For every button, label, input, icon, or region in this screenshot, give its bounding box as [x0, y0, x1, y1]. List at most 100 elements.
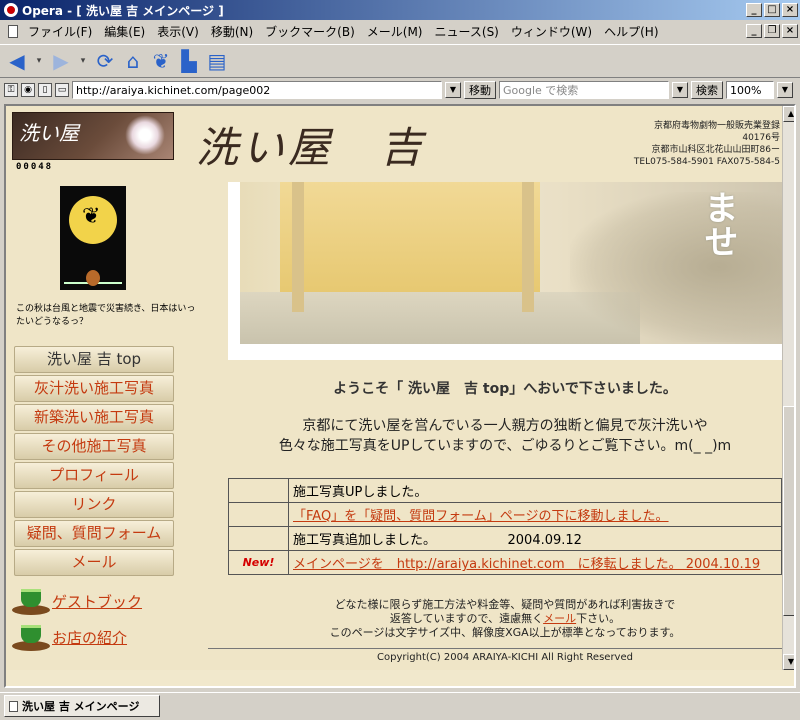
forward-icon[interactable]: ▶ — [50, 49, 72, 73]
news-text: 施工写真追加しました。 2004.09.12 — [288, 526, 782, 551]
intro-text: 京都にて洗い屋を営んでいる一人親方の独断と偏見で灰汁洗いや 色々な施工写真をUP… — [228, 416, 782, 456]
guestbook-link[interactable]: ゲストブック — [52, 591, 142, 612]
camera-icon[interactable]: ◉ — [21, 83, 35, 97]
news-text: 施工写真UPしました。 — [288, 478, 782, 503]
table-row: New! メインページを http://araiya.kichinet.com … — [228, 550, 782, 575]
menu-help[interactable]: ヘルプ(H) — [598, 23, 664, 40]
print-icon[interactable]: ▙ — [178, 49, 200, 73]
tab-main-page[interactable]: 洗い屋 吉 メインページ — [4, 695, 160, 717]
image-caption: この秋は台風と地震で災害続き、日本はいったいどうなるっ？ — [16, 304, 196, 327]
footer-text: 返答していますので、遠慮無く — [389, 612, 544, 625]
footer-line: 返答していますので、遠慮無くメール下さい。 — [228, 612, 782, 626]
go-button[interactable]: 移動 — [464, 81, 496, 99]
shop-intro-link[interactable]: お店の紹介 — [52, 627, 127, 648]
menu-mail[interactable]: メール(M) — [361, 23, 429, 40]
zoom-dropdown-icon[interactable]: ▼ — [777, 82, 793, 98]
url-dropdown-icon[interactable]: ▼ — [445, 82, 461, 98]
menu-edit[interactable]: 編集(E) — [98, 23, 151, 40]
menu-news[interactable]: ニュース(S) — [428, 23, 504, 40]
nav-mail[interactable]: メール — [14, 549, 174, 576]
home-icon[interactable]: ⌂ — [122, 49, 144, 73]
search-button[interactable]: 検索 — [691, 81, 723, 99]
faq-moved-link[interactable]: 「FAQ」を「疑問、質問フォーム」ページの下に移動しました。 — [293, 509, 669, 524]
navigation-toolbar: ◀ ▾ ▶ ▾ ⟳ ⌂ ❦ ▙ ▤ — [0, 44, 800, 78]
nav-profile[interactable]: プロフィール — [14, 462, 174, 489]
doc-minimize-icon[interactable]: _ — [746, 24, 762, 38]
welcome-message: ようこそ「 洗い屋 吉 top」へおいで下さいました。 — [333, 381, 677, 397]
news-table: 施工写真UPしました。 「FAQ」を「疑問、質問フォーム」ページの下に移動しまし… — [228, 478, 782, 575]
page-info-icon[interactable]: ▯ — [38, 83, 52, 97]
menu-file[interactable]: ファイル(F) — [22, 23, 98, 40]
doc-close-icon[interactable]: × — [782, 24, 798, 38]
house-interior-image: ませ — [240, 182, 782, 344]
close-icon[interactable]: × — [782, 3, 798, 17]
news-badge — [228, 526, 289, 551]
menu-window[interactable]: ウィンドウ(W) — [505, 23, 598, 40]
menu-bookmarks[interactable]: ブックマーク(B) — [259, 23, 361, 40]
vertical-scroll-thumb[interactable] — [783, 406, 794, 616]
footer-mail-link[interactable]: メール — [543, 612, 576, 625]
nav-other-photos[interactable]: その他施工写真 — [14, 433, 174, 460]
address-line: TEL075-584-5901 FAX075-584-5 — [633, 157, 780, 167]
nav-lye-wash-photos[interactable]: 灰汁洗い施工写真 — [14, 375, 174, 402]
page-icon[interactable]: ▤ — [206, 49, 228, 73]
page-viewport: 洗い屋 00048 洗い屋 吉 京都府毒物劇物一般販売業登録 40176号 京都… — [4, 104, 796, 688]
menu-bar: ファイル(F) 編集(E) 表示(V) 移動(N) ブックマーク(B) メール(… — [0, 20, 800, 42]
address-line: 京都府毒物劇物一般販売業登録 — [653, 121, 780, 131]
window-controls: _ □ × — [746, 3, 798, 17]
nav-top[interactable]: 洗い屋 吉 top — [14, 346, 174, 373]
menu-view[interactable]: 表示(V) — [151, 23, 205, 40]
search-input[interactable]: Google で検索 — [499, 81, 669, 99]
minimize-icon[interactable]: _ — [746, 3, 762, 17]
menu-navigate[interactable]: 移動(N) — [205, 23, 259, 40]
footer-line: どなた様に限らず施工方法や料金等、疑問や質問があれば利害抜きで — [334, 598, 676, 611]
scroll-up-icon[interactable]: ▲ — [783, 106, 794, 122]
site-logo[interactable]: 洗い屋 — [12, 112, 174, 160]
news-badge — [228, 502, 289, 527]
web-page: 洗い屋 00048 洗い屋 吉 京都府毒物劇物一般販売業登録 40176号 京都… — [6, 106, 782, 670]
address-line: 京都市山科区北花山山田町86ー — [651, 145, 780, 155]
back-history-icon[interactable]: ▾ — [34, 50, 44, 72]
business-address: 京都府毒物劇物一般販売業登録 40176号 京都市山科区北花山山田町86ー TE… — [634, 120, 780, 168]
security-icon[interactable]: ⚿ — [4, 83, 18, 97]
reload-icon[interactable]: ⟳ — [94, 49, 116, 73]
new-badge: New! — [242, 556, 275, 569]
logo-text: 洗い屋 — [19, 121, 79, 145]
intro-line: 色々な施工写真をUPしていますので、ごゆるりとご覧下さい。m(_ _)m — [278, 438, 732, 454]
vertical-scrollbar[interactable]: ▲ ▼ — [782, 106, 794, 670]
news-badge — [228, 478, 289, 503]
address-toolbar: ⚿ ◉ ▯ ▭ http://araiya.kichinet.com/page0… — [0, 79, 800, 101]
nav-new-build-photos[interactable]: 新築洗い施工写真 — [14, 404, 174, 431]
nav-question-form[interactable]: 疑問、質問フォーム — [14, 520, 174, 547]
rabbit-icon: ❦ — [82, 204, 101, 229]
maximize-icon[interactable]: □ — [764, 3, 780, 17]
shop-intro-link-row: お店の紹介 — [12, 622, 127, 652]
footer-text: 下さい。 — [576, 612, 621, 625]
url-input[interactable]: http://araiya.kichinet.com/page002 — [72, 81, 442, 99]
flower-image — [125, 115, 165, 155]
back-icon[interactable]: ◀ — [6, 49, 28, 73]
nav-links[interactable]: リンク — [14, 491, 174, 518]
tea-cup-icon — [12, 587, 50, 615]
document-window-controls: _ ❐ × — [746, 24, 798, 38]
address-line: 40176号 — [742, 133, 780, 143]
tab-bar: 洗い屋 吉 メインページ — [0, 692, 800, 720]
doc-restore-icon[interactable]: ❐ — [764, 24, 780, 38]
tea-cup-icon — [12, 623, 50, 651]
table-row: 施工写真UPしました。 — [228, 478, 782, 503]
document-icon — [8, 24, 18, 38]
scroll-down-icon[interactable]: ▼ — [783, 654, 794, 670]
tab-label: 洗い屋 吉 メインページ — [22, 700, 140, 713]
zoom-select[interactable]: 100% — [726, 81, 774, 99]
hero-banner: ませ — [228, 182, 782, 360]
opera-logo-icon — [4, 3, 18, 17]
forward-history-icon[interactable]: ▾ — [78, 50, 88, 72]
table-row: 「FAQ」を「疑問、質問フォーム」ページの下に移動しました。 — [228, 502, 782, 527]
hero-overlay-text: ませ — [698, 190, 738, 258]
autumn-moon-image: ❦ — [60, 186, 126, 290]
lock-icon[interactable]: ▭ — [55, 83, 69, 97]
footer-note: どなた様に限らず施工方法や料金等、疑問や質問があれば利害抜きで 返答していますの… — [228, 598, 782, 640]
bookmark-icon[interactable]: ❦ — [150, 49, 172, 73]
site-moved-link[interactable]: メインページを http://araiya.kichinet.com に移転しま… — [293, 557, 760, 572]
search-engine-dropdown-icon[interactable]: ▼ — [672, 82, 688, 98]
